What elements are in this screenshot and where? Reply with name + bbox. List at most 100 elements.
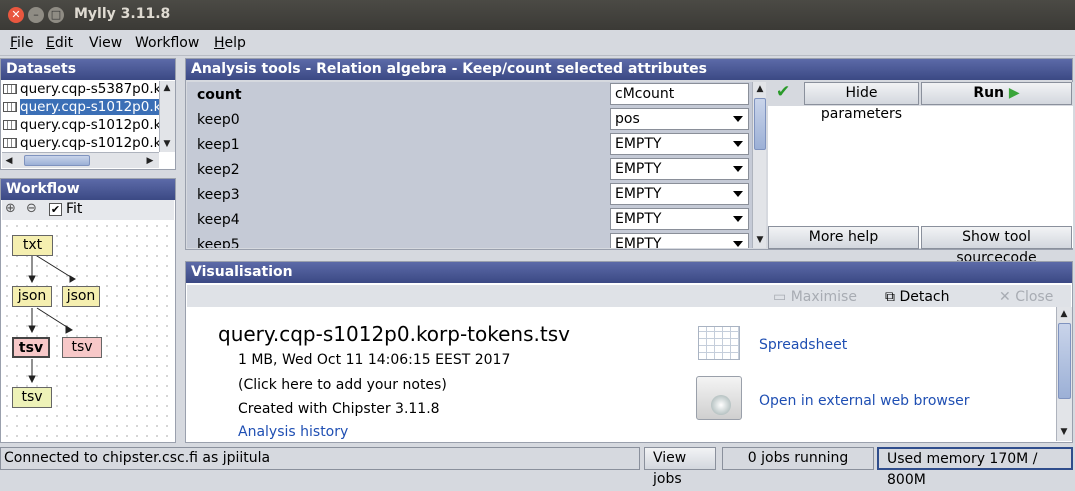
keep3-select[interactable]: EMPTY <box>610 183 749 205</box>
zoom-out-icon[interactable]: ⊖ <box>26 201 37 216</box>
fit-checkbox[interactable]: ✔ <box>49 203 62 216</box>
open-browser-link[interactable]: Open in external web browser <box>759 393 970 409</box>
memory-status: Used memory 170M / 800M <box>877 447 1073 488</box>
dataset-item[interactable]: query.cqp-s1012p0.kc <box>3 135 159 153</box>
datasets-horizontal-scrollbar[interactable]: ◀ ▶ <box>2 152 159 168</box>
workflow-node-tsv[interactable]: tsv <box>12 387 52 408</box>
scroll-up-icon[interactable]: ▲ <box>1057 307 1071 321</box>
maximise-button[interactable]: ▭ Maximise <box>773 289 857 305</box>
visualisation-scrollbar[interactable]: ▲ ▼ <box>1056 307 1072 441</box>
scroll-thumb[interactable] <box>24 155 90 166</box>
scroll-right-icon[interactable]: ▶ <box>143 154 157 168</box>
scroll-down-icon[interactable]: ▼ <box>753 233 766 247</box>
hide-parameters-button[interactable]: Hide parameters <box>804 82 919 122</box>
maximize-window-button[interactable]: □ <box>48 7 64 23</box>
chevron-down-icon <box>733 141 743 147</box>
close-icon: ✕ <box>999 289 1011 305</box>
parameters-panel: count cMcount keep0 pos keep1 EMPTY keep… <box>187 82 766 248</box>
title-bar: ✕ – □ Mylly 3.11.8 <box>0 0 1075 30</box>
spreadsheet-link[interactable]: Spreadsheet <box>759 337 847 353</box>
detach-icon: ⧉ <box>885 289 895 305</box>
parameters-scrollbar[interactable]: ▲ ▼ <box>752 82 766 248</box>
dataset-meta: 1 MB, Wed Oct 11 14:06:15 EEST 2017 <box>238 352 511 368</box>
scroll-up-icon[interactable]: ▲ <box>160 81 174 95</box>
close-button[interactable]: ✕ Close <box>999 289 1053 305</box>
keep5-select[interactable]: EMPTY <box>610 233 749 248</box>
param-label-keep2: keep2 <box>197 162 240 178</box>
detach-button[interactable]: ⧉ Detach <box>885 289 950 305</box>
param-label-keep4: keep4 <box>197 212 240 228</box>
chevron-down-icon <box>733 191 743 197</box>
table-icon <box>3 120 17 130</box>
menu-edit[interactable]: Edit <box>46 35 73 51</box>
checkmark-icon: ✔ <box>776 82 791 102</box>
menu-file[interactable]: File <box>10 35 33 51</box>
add-notes-link[interactable]: (Click here to add your notes) <box>238 377 447 393</box>
visualisation-toolbar: ▭ Maximise ⧉ Detach ✕ Close <box>187 285 1071 307</box>
dataset-item[interactable]: query.cqp-s1012p0.kc <box>3 117 159 135</box>
jobs-running-status: 0 jobs running <box>722 447 874 470</box>
param-label-keep3: keep3 <box>197 187 240 203</box>
show-sourcecode-button[interactable]: Show tool sourcecode <box>921 226 1072 266</box>
analysis-tools-header: Analysis tools - Relation algebra - Keep… <box>186 59 1072 80</box>
analysis-tools-panel: Analysis tools - Relation algebra - Keep… <box>185 58 1073 266</box>
menu-workflow[interactable]: Workflow <box>135 35 199 51</box>
external-browser-icon <box>696 376 742 420</box>
param-label-keep0: keep0 <box>197 112 240 128</box>
view-jobs-button[interactable]: View jobs <box>644 447 716 487</box>
chevron-down-icon <box>733 216 743 222</box>
datasets-vertical-scrollbar[interactable]: ▲ ▼ <box>159 81 175 152</box>
run-button[interactable]: Run ▶ <box>921 82 1072 105</box>
scroll-left-icon[interactable]: ◀ <box>2 154 16 168</box>
analysis-history-link[interactable]: Analysis history <box>238 424 348 440</box>
more-help-button[interactable]: More help <box>768 226 919 249</box>
workflow-toolbar: ⊕ ⊖ ✔ Fit <box>2 200 174 220</box>
scroll-thumb[interactable] <box>754 98 766 150</box>
keep2-select[interactable]: EMPTY <box>610 158 749 180</box>
maximise-icon: ▭ <box>773 289 787 305</box>
scroll-down-icon[interactable]: ▼ <box>1057 425 1071 439</box>
workflow-node-json[interactable]: json <box>12 286 52 307</box>
workflow-canvas[interactable]: txt json json tsv tsv tsv <box>2 221 174 442</box>
visualisation-header: Visualisation <box>186 262 1072 283</box>
created-with: Created with Chipster 3.11.8 <box>238 401 440 417</box>
param-label-keep5: keep5 <box>197 237 240 248</box>
scroll-up-icon[interactable]: ▲ <box>753 82 766 96</box>
dataset-item[interactable]: query.cqp-s5387p0.kc <box>3 81 159 99</box>
menu-view[interactable]: View <box>89 35 122 51</box>
chevron-down-icon <box>733 241 743 247</box>
count-input[interactable]: cMcount <box>610 83 749 105</box>
text-file-icon <box>3 84 17 94</box>
chevron-down-icon <box>733 166 743 172</box>
close-window-button[interactable]: ✕ <box>8 7 24 23</box>
keep4-select[interactable]: EMPTY <box>610 208 749 230</box>
status-bar: Connected to chipster.csc.fi as jpiitula… <box>0 446 1075 488</box>
play-icon: ▶ <box>1008 85 1020 101</box>
tool-description-area <box>768 82 1073 248</box>
scroll-down-icon[interactable]: ▼ <box>160 137 174 151</box>
scroll-thumb[interactable] <box>1058 323 1071 399</box>
table-icon <box>3 102 17 112</box>
workflow-node-json[interactable]: json <box>62 286 100 307</box>
datasets-panel: Datasets query.cqp-s5387p0.kc query.cqp-… <box>0 58 176 170</box>
dataset-item-selected[interactable]: query.cqp-s1012p0.kc <box>3 99 159 117</box>
dataset-filename: query.cqp-s1012p0.korp-tokens.tsv <box>218 322 570 346</box>
connection-status: Connected to chipster.csc.fi as jpiitula <box>0 447 640 470</box>
keep0-select[interactable]: pos <box>610 108 749 130</box>
workflow-node-txt[interactable]: txt <box>12 235 53 256</box>
zoom-in-icon[interactable]: ⊕ <box>5 201 16 216</box>
menu-help[interactable]: Help <box>214 35 246 51</box>
workflow-node-tsv-selected[interactable]: tsv <box>12 337 50 358</box>
workflow-node-tsv[interactable]: tsv <box>62 337 102 358</box>
window-title: Mylly 3.11.8 <box>74 6 171 22</box>
visualisation-panel: Visualisation ▭ Maximise ⧉ Detach ✕ Clos… <box>185 261 1073 443</box>
workflow-header: Workflow <box>1 179 175 200</box>
menu-bar: File Edit View Workflow Help <box>0 30 1075 56</box>
chevron-down-icon <box>733 116 743 122</box>
param-label-keep1: keep1 <box>197 137 240 153</box>
minimize-window-button[interactable]: – <box>28 7 44 23</box>
keep1-select[interactable]: EMPTY <box>610 133 749 155</box>
param-label-count: count <box>197 87 242 103</box>
workflow-panel: Workflow ⊕ ⊖ ✔ Fit txt json json tsv tsv… <box>0 178 176 443</box>
datasets-header: Datasets <box>1 59 175 80</box>
